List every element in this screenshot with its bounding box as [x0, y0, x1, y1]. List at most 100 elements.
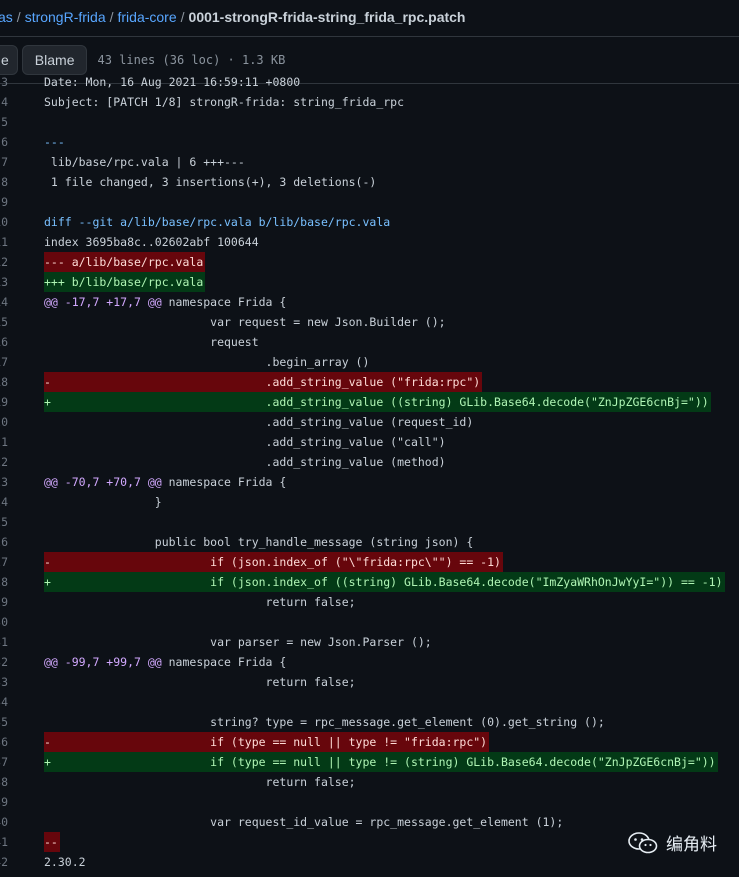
code-line: 32 @@ -99,7 +99,7 @@ namespace Frida { — [0, 652, 739, 672]
line-number[interactable]: 14 — [0, 292, 8, 312]
line-number[interactable]: 33 — [0, 672, 8, 692]
line-number[interactable]: 26 — [0, 532, 8, 552]
code-line-text: .add_string_value (method) — [44, 455, 446, 469]
line-number[interactable]: 37 — [0, 752, 8, 772]
code-line: 36 - if (type == null || type != "frida:r… — [0, 732, 739, 752]
line-number[interactable]: 34 — [0, 692, 8, 712]
hunk-context: namespace Frida { — [161, 295, 287, 309]
code-line-text: index 3695ba8c..02602abf 100644 — [44, 235, 259, 249]
code-line-text: + .add_string_value ((string) GLib.Base6… — [44, 392, 711, 412]
watermark: 编角料 — [628, 830, 717, 855]
code-line: 38 return false; — [0, 772, 739, 792]
line-number[interactable]: 32 — [0, 652, 8, 672]
line-number[interactable]: 40 — [0, 812, 8, 832]
code-line: 13 +++ b/lib/base/rpc.vala — [0, 272, 739, 292]
code-line-text: .add_string_value ("call") — [44, 435, 446, 449]
code-line-text: - if (type == null || type != "frida:rpc… — [44, 732, 490, 752]
line-number[interactable]: 4 — [0, 92, 8, 112]
breadcrumb-item-repo[interactable]: strongR-frida — [25, 9, 106, 25]
line-number[interactable]: 30 — [0, 612, 8, 632]
code-line-text: return false; — [44, 675, 356, 689]
line-number[interactable]: 25 — [0, 512, 8, 532]
code-line-text: @@ -17,7 +17,7 @@ namespace Frida { — [44, 292, 288, 312]
code-line: 24 } — [0, 492, 739, 512]
code-line: 26 public bool try_handle_message (strin… — [0, 532, 739, 552]
line-number[interactable]: 13 — [0, 272, 8, 292]
line-number[interactable]: 7 — [0, 152, 8, 172]
code-line-text: var request = new Json.Builder (); — [44, 315, 446, 329]
code-line: 31 var parser = new Json.Parser (); — [0, 632, 739, 652]
code-view-button[interactable]: e — [0, 45, 18, 75]
code-line-text: } — [44, 495, 162, 509]
line-number[interactable]: 15 — [0, 312, 8, 332]
line-number[interactable]: 27 — [0, 552, 8, 572]
line-number[interactable]: 19 — [0, 392, 8, 412]
code-line-text: string? type = rpc_message.get_element (… — [44, 715, 605, 729]
code-line: 37 + if (type == null || type != (string)… — [0, 752, 739, 772]
code-line: 17 .begin_array () — [0, 352, 739, 372]
code-line-text: diff --git a/lib/base/rpc.vala b/lib/bas… — [44, 215, 391, 229]
code-line: 25 — [0, 512, 739, 532]
line-number[interactable]: 17 — [0, 352, 8, 372]
code-line: 20 .add_string_value (request_id) — [0, 412, 739, 432]
code-line-text: 1 file changed, 3 insertions(+), 3 delet… — [44, 175, 377, 189]
line-number[interactable]: 42 — [0, 852, 8, 872]
line-number[interactable]: 31 — [0, 632, 8, 652]
wechat-icon — [628, 831, 658, 853]
code-line: 6 --- — [0, 132, 739, 152]
code-line: 9 — [0, 192, 739, 212]
hunk-header: @@ -17,7 +17,7 @@ — [44, 295, 162, 309]
code-line-text: Date: Mon, 16 Aug 2021 16:59:11 +0800 — [44, 75, 301, 89]
code-line: 39 — [0, 792, 739, 812]
line-number[interactable]: 9 — [0, 192, 8, 212]
line-number[interactable]: 38 — [0, 772, 8, 792]
blame-button[interactable]: Blame — [21, 45, 88, 75]
code-line-text: @@ -99,7 +99,7 @@ namespace Frida { — [44, 652, 288, 672]
code-line: 33 return false; — [0, 672, 739, 692]
line-number[interactable]: 29 — [0, 592, 8, 612]
line-number[interactable]: 3 — [0, 72, 8, 92]
hunk-header: @@ -99,7 +99,7 @@ — [44, 655, 162, 669]
breadcrumb-separator: / — [16, 9, 21, 25]
line-number[interactable]: 8 — [0, 172, 8, 192]
code-line: 34 — [0, 692, 739, 712]
line-number[interactable]: 16 — [0, 332, 8, 352]
code-line: 35 string? type = rpc_message.get_elemen… — [0, 712, 739, 732]
code-line: 21 .add_string_value ("call") — [0, 432, 739, 452]
breadcrumb-item-owner[interactable]: as — [0, 9, 13, 25]
code-line-text: --- — [44, 135, 65, 149]
code-line: 11 index 3695ba8c..02602abf 100644 — [0, 232, 739, 252]
code-line-text: .begin_array () — [44, 355, 370, 369]
line-number[interactable]: 11 — [0, 232, 8, 252]
line-number[interactable]: 22 — [0, 452, 8, 472]
code-line-text: lib/base/rpc.vala | 6 +++--- — [44, 155, 245, 169]
code-line-text: Subject: [PATCH 1/8] strongR-frida: stri… — [44, 95, 405, 109]
line-number[interactable]: 6 — [0, 132, 8, 152]
line-number[interactable]: 5 — [0, 112, 8, 132]
line-number[interactable]: 41 — [0, 832, 8, 852]
code-line: 7 lib/base/rpc.vala | 6 +++--- — [0, 152, 739, 172]
code-line-text: request — [44, 335, 259, 349]
line-number[interactable]: 18 — [0, 372, 8, 392]
line-number[interactable]: 21 — [0, 432, 8, 452]
code-line: 23 @@ -70,7 +70,7 @@ namespace Frida { — [0, 472, 739, 492]
line-number[interactable]: 23 — [0, 472, 8, 492]
line-number[interactable]: 12 — [0, 252, 8, 272]
code-line-text: + if (json.index_of ((string) GLib.Base6… — [44, 572, 725, 592]
watermark-text: 编角料 — [666, 835, 717, 854]
line-number[interactable]: 36 — [0, 732, 8, 752]
file-stats: 43 lines (36 loc) · 1.3 KB — [97, 53, 286, 67]
line-number[interactable]: 35 — [0, 712, 8, 732]
line-number[interactable]: 20 — [0, 412, 8, 432]
hunk-context: namespace Frida { — [161, 475, 287, 489]
code-line-text: +++ b/lib/base/rpc.vala — [44, 272, 206, 292]
line-number[interactable]: 28 — [0, 572, 8, 592]
line-number[interactable]: 24 — [0, 492, 8, 512]
breadcrumb-item-folder[interactable]: frida-core — [118, 9, 177, 25]
code-line: 14 @@ -17,7 +17,7 @@ namespace Frida { — [0, 292, 739, 312]
code-line: 29 return false; — [0, 592, 739, 612]
line-number[interactable]: 10 — [0, 212, 8, 232]
code-line: 22 .add_string_value (method) — [0, 452, 739, 472]
code-line-text: var request_id_value = rpc_message.get_e… — [44, 815, 564, 829]
line-number[interactable]: 39 — [0, 792, 8, 812]
